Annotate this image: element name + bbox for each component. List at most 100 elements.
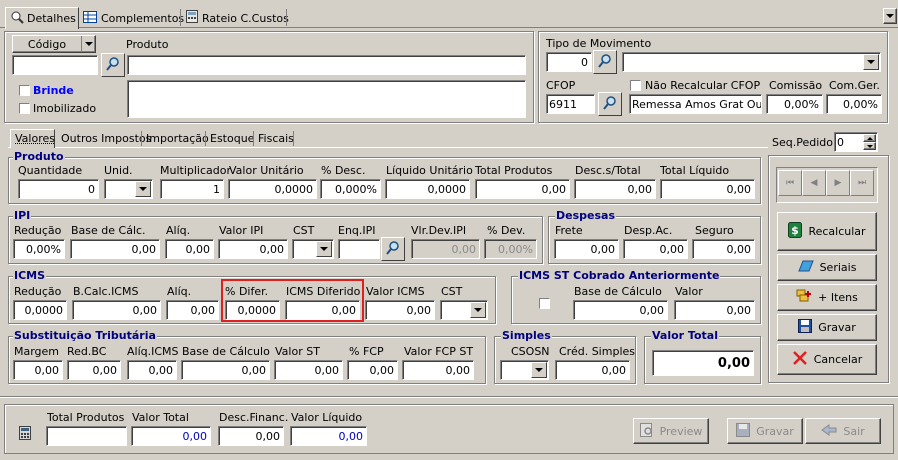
first-record-button[interactable]: ⏮ xyxy=(778,170,802,196)
preview-button[interactable]: Preview xyxy=(633,418,709,444)
comissao-input[interactable]: 0,00% xyxy=(766,94,823,114)
seq-pedido-label: Seq.Pedido: xyxy=(772,136,837,149)
ipi-aliq-input[interactable]: 0,00 xyxy=(165,239,214,259)
recalcular-button[interactable]: $ Recalcular xyxy=(777,212,877,251)
tipo-movimento-select[interactable] xyxy=(622,52,881,72)
liquido-unitario-input[interactable]: 0,0000 xyxy=(385,179,470,199)
tab-complementos[interactable]: Complementos xyxy=(83,10,184,26)
tipo-movimento-search-button[interactable] xyxy=(593,50,617,74)
nao-recalcular-cfop-checkbox[interactable] xyxy=(630,80,641,91)
csosn-dropdown[interactable] xyxy=(531,362,547,378)
chevron-down-icon xyxy=(474,308,482,312)
gravar-item-button[interactable]: Gravar xyxy=(777,314,877,341)
cancelar-button[interactable]: Cancelar xyxy=(777,344,877,375)
desc-input[interactable]: 0,000% xyxy=(320,179,381,199)
seq-pedido-spinner[interactable] xyxy=(863,134,876,150)
valor-unitario-input[interactable]: 0,0000 xyxy=(228,179,317,199)
valor-fcp-st-input[interactable]: 0,00 xyxy=(402,360,474,380)
multiplicador-input[interactable]: 1 xyxy=(160,179,224,199)
chevron-down-icon xyxy=(535,368,543,372)
tab-rateio-label: Rateio C.Custos xyxy=(202,11,289,25)
cancelar-label: Cancelar xyxy=(813,353,863,366)
st-base-calculo-label: Base de Cálculo xyxy=(182,345,270,358)
margem-input[interactable]: 0,00 xyxy=(13,360,63,380)
chevron-down-icon xyxy=(867,60,875,64)
desc-total-input[interactable]: 0,00 xyxy=(574,179,656,199)
codigo-search-button[interactable] xyxy=(101,53,125,77)
last-record-button[interactable]: ⏭ xyxy=(850,170,874,196)
seguro-input[interactable]: 0,00 xyxy=(692,239,755,259)
next-icon: ▶ xyxy=(834,178,842,188)
icms-st-anterior-checkbox[interactable] xyxy=(539,298,550,309)
enq-ipi-search-button[interactable] xyxy=(381,237,405,261)
fcp-input[interactable]: 0,00 xyxy=(347,360,398,380)
tipo-movimento-code-input[interactable]: 0 xyxy=(546,52,592,72)
unid-dropdown[interactable] xyxy=(135,181,151,197)
margem-label: Margem xyxy=(14,345,60,358)
cfop-description-input[interactable]: Remessa Amos Grat Outro xyxy=(629,94,762,114)
produto-description-area[interactable] xyxy=(127,80,526,118)
tipo-movimento-dropdown[interactable] xyxy=(863,54,879,70)
icms-st-valor-input[interactable]: 0,00 xyxy=(674,300,755,320)
seriais-button[interactable]: Seriais xyxy=(777,254,877,281)
ipi-valor-input[interactable]: 0,00 xyxy=(218,239,288,259)
ipi-reducao-input[interactable]: 0,00% xyxy=(13,239,65,259)
valor-fcp-st-label: Valor FCP ST xyxy=(404,345,474,358)
mais-itens-button[interactable]: + Itens xyxy=(777,284,877,311)
ipi-base-input[interactable]: 0,00 xyxy=(70,239,160,259)
enq-ipi-label: Enq.IPI xyxy=(338,224,376,237)
icms-cst-dropdown[interactable] xyxy=(470,302,486,318)
spin-up-icon[interactable] xyxy=(863,134,876,142)
icms-bcalc-input[interactable]: 0,00 xyxy=(72,300,161,320)
imobilizado-checkbox[interactable] xyxy=(19,103,30,114)
codigo-input[interactable] xyxy=(12,55,98,75)
valor-st-input[interactable]: 0,00 xyxy=(274,360,343,380)
aliq-icms-st-input[interactable]: 0,00 xyxy=(127,360,177,380)
frete-input[interactable]: 0,00 xyxy=(554,239,619,259)
tab-outros-impostos[interactable]: Outros Impostos xyxy=(61,132,151,145)
brinde-label: Brinde xyxy=(33,84,74,97)
ipi-reducao-label: Redução xyxy=(14,224,62,237)
footer-separator-light xyxy=(0,397,898,398)
tab-valores[interactable]: Valores xyxy=(10,129,55,148)
sair-button[interactable]: Sair xyxy=(805,418,881,444)
search-icon xyxy=(385,240,401,259)
gravar-button[interactable]: Gravar xyxy=(727,418,803,444)
cfop-input[interactable]: 6911 xyxy=(546,94,595,114)
desp-ac-input[interactable]: 0,00 xyxy=(623,239,688,259)
tab-importacao[interactable]: Importação xyxy=(146,132,209,145)
icms-aliq-input[interactable]: 0,00 xyxy=(166,300,219,320)
valor-icms-input[interactable]: 0,00 xyxy=(365,300,435,320)
footer-gravar-label: Gravar xyxy=(756,424,794,438)
quantidade-input[interactable]: 0 xyxy=(18,179,99,199)
tab-overflow-button[interactable] xyxy=(883,8,897,24)
enq-ipi-input[interactable] xyxy=(338,239,380,259)
comger-input[interactable]: 0,00% xyxy=(826,94,882,114)
tab-rateio[interactable]: Rateio C.Custos xyxy=(186,10,289,26)
brinde-checkbox[interactable] xyxy=(19,85,30,96)
produto-input[interactable] xyxy=(127,55,526,75)
st-base-calculo-input[interactable]: 0,00 xyxy=(181,360,270,380)
codigo-selector[interactable]: Código xyxy=(12,35,96,53)
next-record-button[interactable]: ▶ xyxy=(826,170,850,196)
icms-reducao-input[interactable]: 0,0000 xyxy=(13,300,67,320)
red-bc-input[interactable]: 0,00 xyxy=(67,360,121,380)
icms-st-base-input[interactable]: 0,00 xyxy=(573,300,668,320)
cred-simples-input[interactable]: 0,00 xyxy=(555,360,630,380)
total-produtos-input[interactable]: 0,00 xyxy=(475,179,570,199)
chevron-down-icon xyxy=(139,187,147,191)
pct-difer-input[interactable]: 0,0000 xyxy=(225,300,280,320)
spin-down-icon[interactable] xyxy=(863,142,876,150)
icms-diferido-input[interactable]: 0,00 xyxy=(285,300,360,320)
tab-fiscais[interactable]: Fiscais xyxy=(258,132,294,145)
footer-desc-financ-input[interactable]: 0,00 xyxy=(218,426,284,446)
vlr-dev-ipi-input: 0,00 xyxy=(411,239,480,259)
cfop-search-button[interactable] xyxy=(598,92,622,116)
detalhes-icon xyxy=(10,10,24,27)
ipi-cst-dropdown[interactable] xyxy=(316,241,332,257)
prev-record-button[interactable]: ◀ xyxy=(802,170,826,196)
total-liquido-input[interactable]: 0,00 xyxy=(660,179,755,199)
tab-estoque[interactable]: Estoque xyxy=(210,132,254,145)
eraser-icon xyxy=(797,260,814,275)
tab-detalhes[interactable]: Detalhes xyxy=(5,7,79,29)
